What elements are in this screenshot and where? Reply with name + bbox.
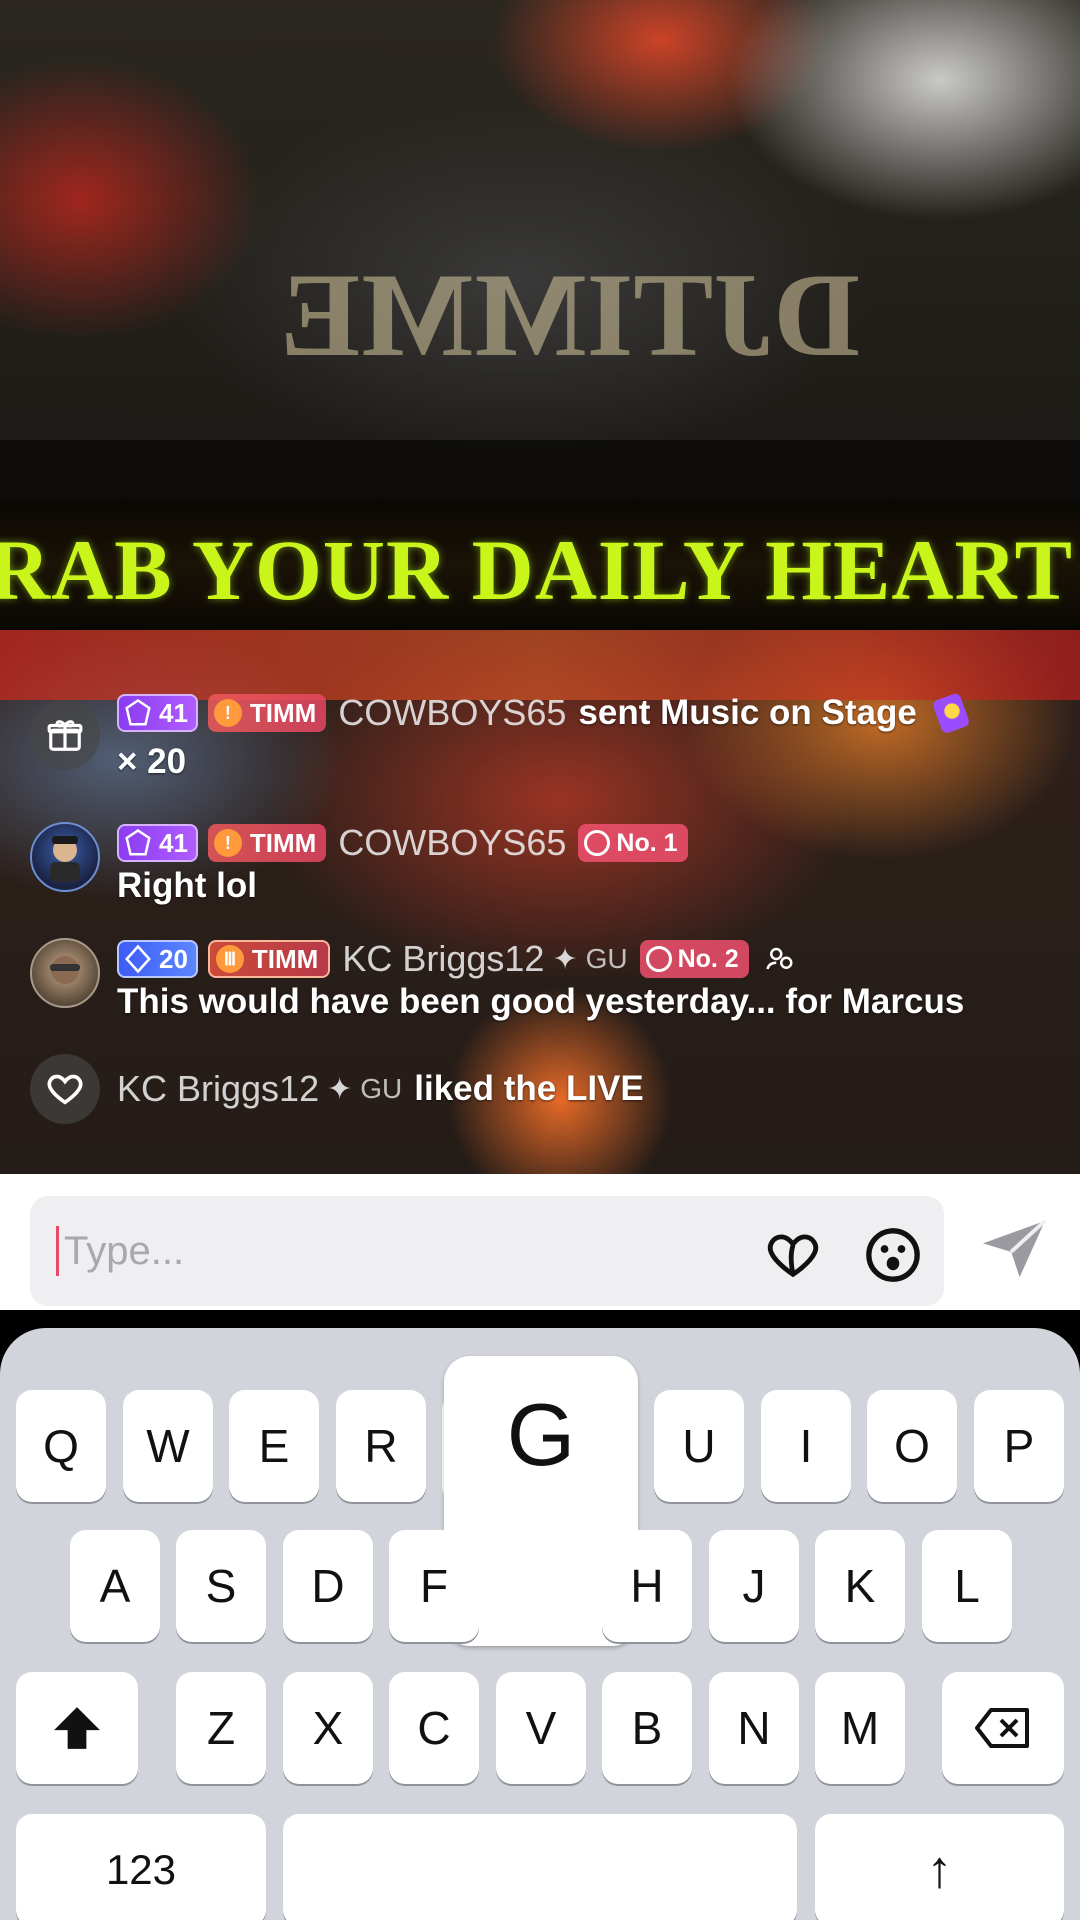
- gem-icon: [125, 698, 151, 726]
- space-key[interactable]: [283, 1814, 797, 1920]
- chat-gift-message: 41 ! TIMM COWBOYS65 sent Music on Stage ×…: [0, 690, 1080, 790]
- team-heart-icon: Ⅲ: [215, 945, 244, 973]
- key-v[interactable]: V: [496, 1672, 586, 1784]
- chat-comment: 20 Ⅲ TIMM KC Briggs12 ✦ GU No. 2 This wou…: [0, 936, 1080, 1036]
- clock-icon: [584, 830, 611, 856]
- rank-badge: No. 1: [578, 824, 688, 862]
- gift-message-text: sent Music on Stage: [578, 693, 917, 732]
- team-badge: ! TIMM: [207, 694, 327, 732]
- key-q[interactable]: Q: [16, 1390, 106, 1502]
- chat-username[interactable]: COWBOYS65: [338, 822, 566, 864]
- key-o[interactable]: O: [867, 1390, 957, 1502]
- key-p[interactable]: P: [974, 1390, 1064, 1502]
- return-key[interactable]: ↑: [815, 1814, 1064, 1920]
- key-b[interactable]: B: [602, 1672, 692, 1784]
- key-u[interactable]: U: [654, 1390, 744, 1502]
- key-e[interactable]: E: [229, 1390, 319, 1502]
- numbers-key[interactable]: 123: [16, 1814, 266, 1920]
- team-badge: Ⅲ TIMM: [207, 940, 331, 978]
- chat-comment: 41 ! TIMM COWBOYS65 No. 1 Right lol: [0, 818, 1080, 918]
- comment-input-panel: Type...: [0, 1174, 1080, 1310]
- background-logo-graphic: DJTIMME: [280, 248, 860, 381]
- user-suffix: GU: [360, 1073, 403, 1104]
- send-icon[interactable]: [980, 1218, 1048, 1280]
- avatar[interactable]: [30, 938, 100, 1008]
- key-i[interactable]: I: [761, 1390, 851, 1502]
- key-l[interactable]: L: [922, 1530, 1012, 1642]
- sparkle-icon: ✦: [327, 1072, 353, 1106]
- chat-message-text: This would have been good yesterday... f…: [117, 982, 965, 1021]
- key-r[interactable]: R: [336, 1390, 426, 1502]
- text-caret: [56, 1226, 59, 1276]
- delete-key[interactable]: [942, 1672, 1064, 1784]
- key-d[interactable]: D: [283, 1530, 373, 1642]
- gem-icon: [125, 944, 151, 974]
- comment-input[interactable]: Type...: [30, 1196, 944, 1306]
- chat-message-text: Right lol: [117, 866, 257, 905]
- key-w[interactable]: W: [123, 1390, 213, 1502]
- shift-arrow-icon: [54, 1707, 100, 1749]
- key-n[interactable]: N: [709, 1672, 799, 1784]
- key-k[interactable]: K: [815, 1530, 905, 1642]
- chat-username[interactable]: KC Briggs12: [342, 938, 544, 980]
- input-placeholder: Type...: [64, 1229, 185, 1273]
- video-dark-bar: [0, 440, 1080, 500]
- people-icon: [766, 947, 793, 970]
- clock-icon: [645, 946, 672, 972]
- sparkle-icon: ✦: [552, 942, 578, 976]
- avatar[interactable]: [30, 822, 100, 892]
- key-s[interactable]: S: [176, 1530, 266, 1642]
- gift-count: × 20: [117, 742, 187, 781]
- key-x[interactable]: X: [283, 1672, 373, 1784]
- rank-badge: No. 2: [639, 940, 749, 978]
- chat-username[interactable]: KC Briggs12: [117, 1068, 319, 1110]
- gift-icon: [30, 700, 100, 770]
- key-h[interactable]: H: [602, 1530, 692, 1642]
- emoji-icon[interactable]: [864, 1226, 922, 1284]
- gift-heart-icon[interactable]: [764, 1226, 822, 1284]
- level-badge: 41: [117, 824, 198, 862]
- key-c[interactable]: C: [389, 1672, 479, 1784]
- backspace-icon: [975, 1708, 1029, 1748]
- gift-stage-icon: [933, 693, 969, 733]
- shift-key[interactable]: [16, 1672, 138, 1784]
- heart-icon: [30, 1054, 100, 1124]
- key-f[interactable]: F: [389, 1530, 479, 1642]
- key-a[interactable]: A: [70, 1530, 160, 1642]
- stream-banner-text: RAB YOUR DAILY HEART: [0, 522, 1073, 618]
- team-heart-icon: !: [213, 699, 242, 727]
- user-suffix: GU: [585, 943, 628, 974]
- chat-username[interactable]: COWBOYS65: [338, 692, 566, 734]
- chat-like-event: KC Briggs12 ✦ GU liked the LIVE: [0, 1054, 1080, 1124]
- key-j[interactable]: J: [709, 1530, 799, 1642]
- key-z[interactable]: Z: [176, 1672, 266, 1784]
- gem-icon: [125, 828, 151, 856]
- team-heart-icon: !: [213, 829, 242, 857]
- like-message-text: liked the LIVE: [414, 1069, 644, 1108]
- level-badge: 20: [117, 940, 198, 978]
- level-badge: 41: [117, 694, 198, 732]
- key-m[interactable]: M: [815, 1672, 905, 1784]
- team-badge: ! TIMM: [207, 824, 327, 862]
